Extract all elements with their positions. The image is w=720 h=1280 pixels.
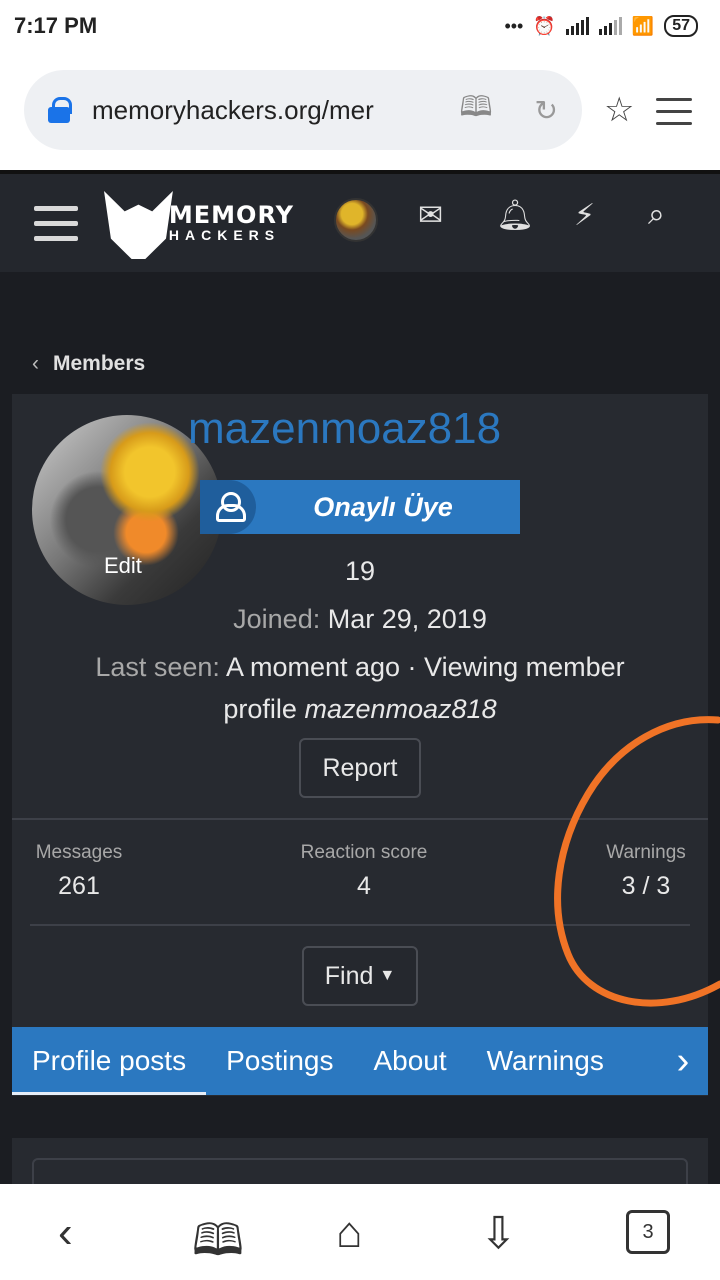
stat-reaction-value: 4	[357, 872, 371, 900]
reload-icon[interactable]: ↻	[535, 94, 558, 127]
search-icon[interactable]: ⌕	[648, 198, 665, 232]
last-seen-cont: profile	[223, 694, 297, 724]
profile-number: 19	[344, 556, 376, 586]
bookmark-star-icon[interactable]: ☆	[604, 90, 634, 130]
status-bar: 7:17 PM ••• ⏰ 📶 57	[0, 0, 720, 52]
user-title-text: Onaylı Üye	[313, 491, 453, 522]
profile-username: mazenmoaz818	[188, 404, 502, 453]
inbox-envelope-icon[interactable]: ✉	[418, 198, 443, 233]
battery-indicator: 57	[664, 15, 698, 37]
joined-value: Mar 29, 2019	[327, 604, 487, 634]
status-icons: ••• ⏰ 📶 57	[504, 15, 698, 37]
browser-bottom-nav: ‹ 🕮 ⌂ ⇩	[0, 1184, 720, 1280]
logo-text-bottom: HACKERS	[168, 227, 281, 243]
address-bar[interactable]: memoryhackers.org/mer 🕮 ↻	[24, 70, 582, 150]
tabs-count-button[interactable]: 3	[626, 1210, 670, 1254]
back-icon[interactable]: ‹	[58, 1208, 73, 1258]
download-arrow-icon[interactable]: ⇩	[480, 1208, 517, 1259]
stat-messages-value: 261	[58, 872, 100, 900]
profile-tabs: Profile posts Postings About Warnings ›	[12, 1027, 708, 1095]
site-logo[interactable]: MEMORY HACKERS	[104, 190, 294, 260]
logo-mark-icon	[104, 191, 173, 259]
find-label: Find	[324, 961, 374, 990]
last-seen-value: A moment ago · Viewing member	[225, 652, 625, 682]
header-avatar[interactable]	[334, 198, 378, 242]
breadcrumb[interactable]: ‹ Members	[32, 352, 145, 376]
browser-toolbar: memoryhackers.org/mer 🕮 ↻ ☆	[0, 52, 720, 170]
whats-new-bolt-icon[interactable]: ⚡︎	[574, 198, 595, 233]
tab-profile-posts[interactable]: Profile posts	[12, 1027, 207, 1095]
stat-messages[interactable]: Messages 261	[24, 842, 134, 901]
more-dots-icon: •••	[504, 15, 524, 36]
signal-icon	[565, 17, 589, 35]
tab-postings[interactable]: Postings	[206, 1027, 353, 1095]
tab-warnings[interactable]: Warnings	[467, 1027, 624, 1095]
browser-menu-icon[interactable]	[656, 98, 692, 126]
hamburger-menu-icon[interactable]	[34, 206, 78, 251]
user-icon	[200, 480, 256, 534]
stat-reaction-score: Reaction score 4	[284, 842, 444, 901]
status-time: 7:17 PM	[14, 13, 98, 38]
url-text[interactable]: memoryhackers.org/mer	[92, 95, 402, 126]
joined-line: Joined: Mar 29, 2019	[12, 604, 708, 635]
breadcrumb-members[interactable]: Members	[53, 352, 145, 375]
report-button[interactable]: Report	[299, 738, 421, 798]
lock-icon	[48, 97, 72, 123]
tabs-scroll-right-icon[interactable]: ›	[658, 1027, 708, 1095]
tab-about[interactable]: About	[353, 1027, 466, 1095]
home-icon[interactable]: ⌂	[336, 1208, 363, 1258]
find-button[interactable]: Find ▼	[302, 946, 418, 1006]
user-title-badge: Onaylı Üye	[200, 480, 520, 534]
alarm-icon: ⏰	[533, 15, 556, 36]
stat-reaction-label: Reaction score	[300, 842, 428, 863]
caret-down-icon: ▼	[379, 967, 396, 984]
joined-label: Joined:	[233, 604, 321, 634]
notifications-bell-icon[interactable]: 🔔︎	[496, 198, 534, 233]
wifi-icon: 📶	[631, 15, 655, 36]
last-seen-user-link[interactable]: mazenmoaz818	[304, 694, 496, 724]
signal-2-icon	[598, 17, 622, 35]
stat-messages-label: Messages	[35, 842, 123, 863]
logo-text-top: MEMORY	[168, 201, 294, 229]
last-seen-label: Last seen:	[95, 652, 220, 682]
annotation-circle	[554, 716, 720, 1007]
last-seen-line: Last seen: A moment ago · Viewing member	[12, 652, 708, 683]
bookmarks-book-icon[interactable]: 🕮	[192, 1208, 244, 1280]
reader-mode-icon[interactable]: 🕮	[460, 86, 493, 134]
chevron-left-icon: ‹	[32, 352, 39, 375]
